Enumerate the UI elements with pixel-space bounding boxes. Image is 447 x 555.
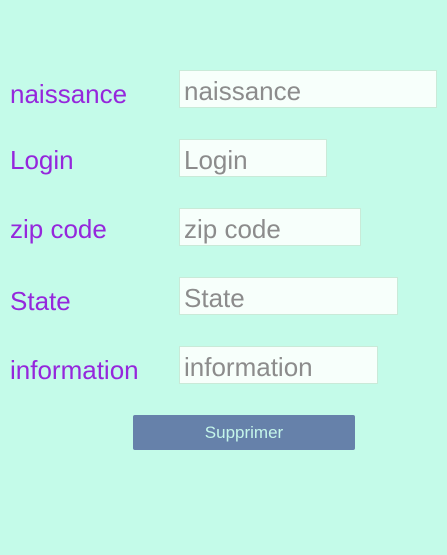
state-label: State bbox=[10, 286, 71, 316]
information-label: information bbox=[10, 355, 139, 385]
zip-code-label: zip code bbox=[10, 214, 107, 244]
state-input[interactable] bbox=[179, 277, 398, 315]
information-input[interactable] bbox=[179, 346, 378, 384]
zip-code-input[interactable] bbox=[179, 208, 361, 246]
supprimer-button[interactable]: Supprimer bbox=[133, 415, 355, 450]
login-label: Login bbox=[10, 145, 74, 175]
login-input[interactable] bbox=[179, 139, 327, 177]
naissance-label: naissance bbox=[10, 79, 128, 109]
naissance-input[interactable] bbox=[179, 70, 437, 108]
